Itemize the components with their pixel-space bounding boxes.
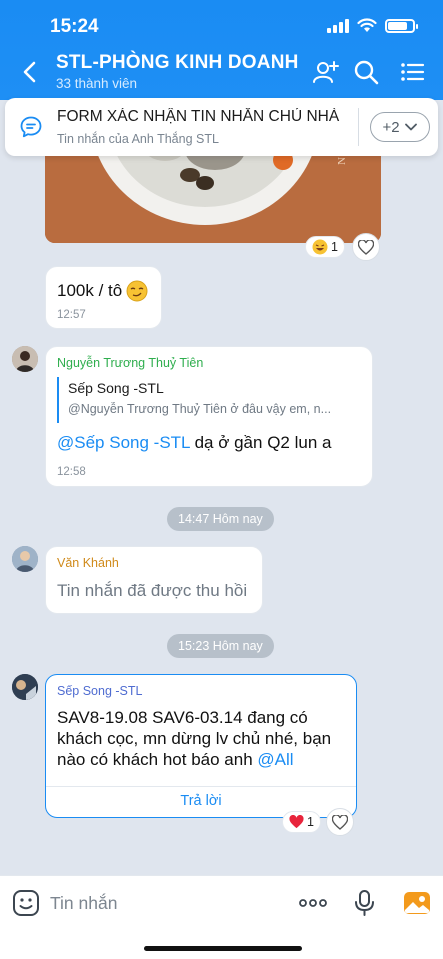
pinned-title: FORM XÁC NHẬN TIN NHẮN CHỦ NHÀ xyxy=(57,108,340,125)
divider xyxy=(46,786,356,787)
search-icon[interactable] xyxy=(352,58,380,86)
reply-button[interactable]: Trả lời xyxy=(46,793,356,809)
status-icons xyxy=(327,18,418,33)
status-time: 15:24 xyxy=(50,16,99,37)
date-separator: 14:47 Hôm nay xyxy=(167,507,274,531)
heart-outline-icon xyxy=(332,814,348,830)
sender-name[interactable]: Văn Khánh xyxy=(57,556,119,570)
react-heart-button[interactable] xyxy=(352,233,380,261)
avatar[interactable] xyxy=(12,674,38,700)
quoted-message[interactable]: Sếp Song -STL @Nguyễn Trương Thuỷ Tiên ở… xyxy=(57,377,363,423)
cellular-signal-icon xyxy=(327,18,349,33)
more-pinned-count: +2 xyxy=(382,118,400,136)
quote-author: Sếp Song -STL xyxy=(68,380,164,396)
photo-gallery-icon[interactable] xyxy=(402,888,432,918)
sender-name[interactable]: Sếp Song -STL xyxy=(57,684,142,698)
more-options-icon[interactable] xyxy=(298,888,328,918)
member-count[interactable]: 33 thành viên xyxy=(56,76,137,91)
reaction-pill[interactable]: 1 xyxy=(305,236,345,258)
sticker-icon[interactable] xyxy=(11,888,41,918)
laugh-emoji-icon xyxy=(312,239,328,255)
mention-link[interactable]: @Sếp Song -STL xyxy=(57,433,190,452)
battery-icon xyxy=(385,18,418,33)
message-bubble[interactable]: Nguyễn Trương Thuỷ Tiên Sếp Song -STL @N… xyxy=(45,346,373,487)
reaction-count: 1 xyxy=(331,240,338,254)
message-input-bar: Tin nhắn xyxy=(0,875,443,959)
chevron-down-icon xyxy=(404,123,417,131)
message-time: 12:58 xyxy=(57,466,86,478)
pinned-message-bar[interactable]: FORM XÁC NHẬN TIN NHẮN CHỦ NHÀ Tin nhắn … xyxy=(5,98,438,156)
pinned-subtitle: Tin nhắn của Anh Thắng STL xyxy=(57,132,219,146)
back-arrow-icon[interactable] xyxy=(18,58,42,86)
quote-text: @Nguyễn Trương Thuỷ Tiên ở đâu vậy em, n… xyxy=(68,402,332,416)
recalled-message-text: Tin nhắn đã được thu hồi xyxy=(57,581,248,600)
status-bar: 15:24 xyxy=(0,12,443,42)
message-text: 100k / tô xyxy=(57,281,123,300)
wifi-icon xyxy=(357,18,377,32)
message-time: 12:57 xyxy=(57,309,86,321)
chat-bubble-icon xyxy=(20,116,42,138)
message-bubble-highlighted[interactable]: Sếp Song -STL SAV8-19.08 SAV6-03.14 đang… xyxy=(45,674,357,818)
sender-name[interactable]: Nguyễn Trương Thuỷ Tiên xyxy=(57,356,203,370)
mention-all-link[interactable]: @All xyxy=(257,750,293,769)
chat-header: 15:24 STL-PHÒNG KINH DOANH 33 thành viên xyxy=(0,0,443,100)
group-title[interactable]: STL-PHÒNG KINH DOANH xyxy=(56,52,299,74)
react-heart-button[interactable] xyxy=(326,808,354,836)
avatar[interactable] xyxy=(12,346,38,372)
more-pinned-button[interactable]: +2 xyxy=(370,112,430,142)
microphone-icon[interactable] xyxy=(350,888,380,918)
message-text: dạ ở gần Q2 lun a xyxy=(189,433,332,452)
reaction-count: 1 xyxy=(307,815,314,829)
divider xyxy=(358,108,359,146)
chat-area[interactable]: Ngày 16 1 100k / tô 12:57 Nguyễn Trương … xyxy=(0,100,443,875)
heart-outline-icon xyxy=(358,239,374,255)
home-indicator xyxy=(144,946,302,951)
message-input[interactable]: Tin nhắn xyxy=(50,893,117,914)
date-separator: 15:23 Hôm nay xyxy=(167,634,274,658)
red-heart-icon xyxy=(289,815,304,829)
avatar[interactable] xyxy=(12,546,38,572)
menu-list-icon[interactable] xyxy=(399,58,427,86)
message-bubble[interactable]: 100k / tô 12:57 xyxy=(45,266,162,329)
reaction-pill[interactable]: 1 xyxy=(282,811,321,833)
message-bubble[interactable]: Văn Khánh Tin nhắn đã được thu hồi xyxy=(45,546,263,614)
smirk-emoji-icon xyxy=(126,280,148,302)
add-member-icon[interactable] xyxy=(312,58,340,86)
